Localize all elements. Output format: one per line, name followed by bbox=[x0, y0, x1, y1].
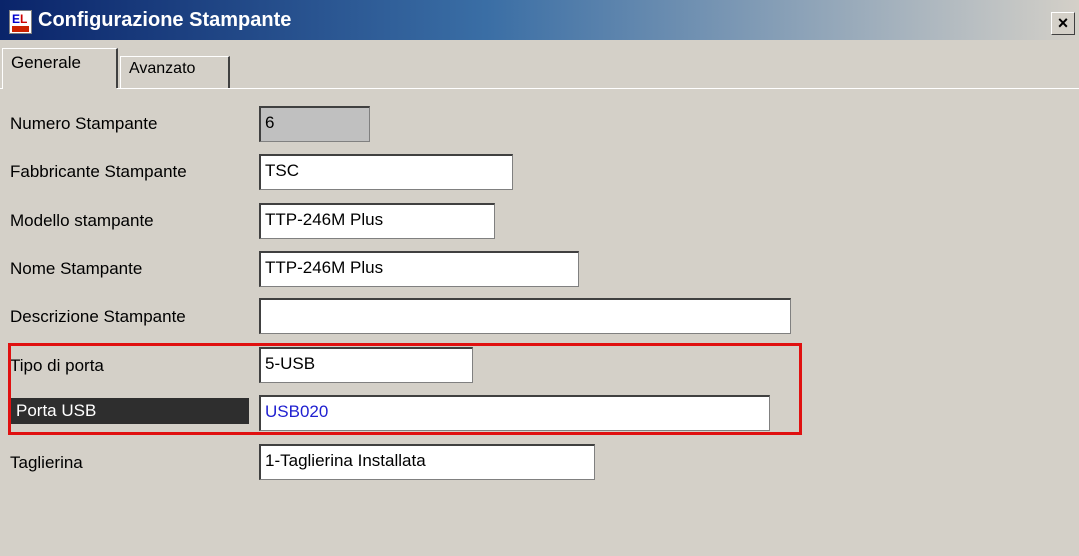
fabbricante-stampante-label: Fabbricante Stampante bbox=[10, 162, 187, 181]
porta-usb-label: Porta USB bbox=[10, 398, 249, 424]
app-logo-icon: EL bbox=[9, 10, 32, 34]
porta-usb-field[interactable]: USB020 bbox=[259, 395, 770, 431]
taglierina-label: Taglierina bbox=[10, 453, 83, 472]
tipo-di-porta-field[interactable]: 5-USB bbox=[259, 347, 473, 383]
modello-stampante-field[interactable]: TTP-246M Plus bbox=[259, 203, 495, 239]
tipo-di-porta-label: Tipo di porta bbox=[10, 356, 104, 375]
nome-stampante-field[interactable]: TTP-246M Plus bbox=[259, 251, 579, 287]
modello-stampante-label: Modello stampante bbox=[10, 211, 154, 230]
fabbricante-stampante-field[interactable]: TSC bbox=[259, 154, 513, 190]
tab-avanzato[interactable]: Avanzato bbox=[120, 56, 230, 88]
descrizione-stampante-label: Descrizione Stampante bbox=[10, 307, 186, 326]
title-bar[interactable]: EL Configurazione Stampante × bbox=[0, 0, 1079, 40]
taglierina-field[interactable]: 1-Taglierina Installata bbox=[259, 444, 595, 480]
descrizione-stampante-field[interactable] bbox=[259, 298, 791, 334]
nome-stampante-label: Nome Stampante bbox=[10, 259, 143, 278]
numero-stampante-label: Numero Stampante bbox=[10, 114, 158, 133]
tab-divider bbox=[0, 88, 1079, 89]
tab-generale[interactable]: Generale bbox=[2, 48, 118, 88]
close-button[interactable]: × bbox=[1051, 12, 1075, 35]
numero-stampante-field: 6 bbox=[259, 106, 370, 142]
window-title: Configurazione Stampante bbox=[38, 9, 292, 31]
